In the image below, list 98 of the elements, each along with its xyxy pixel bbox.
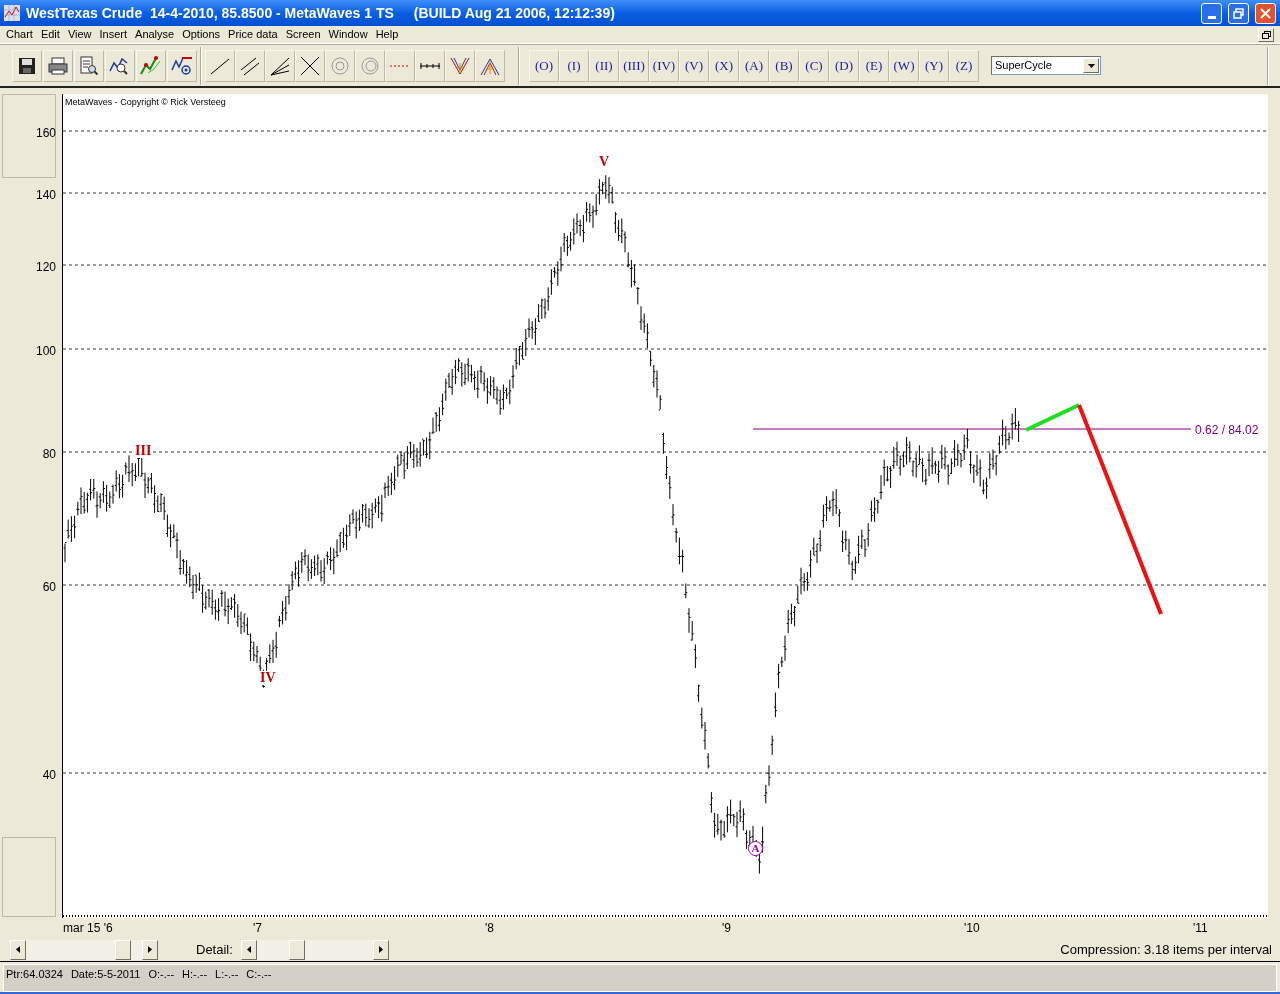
- restore-icon: [1261, 30, 1271, 39]
- menu-item[interactable]: Window: [324, 26, 372, 43]
- menu-item[interactable]: Help: [371, 26, 403, 43]
- minimize-icon: [1207, 15, 1216, 19]
- wave-label-button[interactable]: (IV): [649, 49, 679, 82]
- menu-item[interactable]: View: [63, 26, 96, 43]
- close-button[interactable]: [1255, 2, 1276, 24]
- wave-label-button[interactable]: (X): [709, 49, 739, 82]
- copyright-text: MetaWaves - Copyright © Rick Versteeg: [65, 96, 226, 109]
- ruler-line-icon: [419, 61, 441, 70]
- v-channel-tool-button[interactable]: [445, 49, 475, 82]
- wave-label-button[interactable]: (O): [529, 49, 559, 82]
- restore-icon: [1233, 7, 1244, 19]
- detail-scrollbar[interactable]: [240, 939, 389, 960]
- time-axis-label: '7: [253, 920, 262, 937]
- wave-label-button[interactable]: (I): [559, 49, 589, 82]
- status-field: L:-.--: [215, 966, 239, 983]
- price-axis-label: 120: [35, 260, 56, 274]
- price-axis-label: 140: [35, 188, 56, 202]
- printer-icon: [47, 54, 69, 77]
- save-button[interactable]: [12, 49, 42, 82]
- menu-item[interactable]: Price data: [224, 26, 282, 43]
- chart-app-icon: [4, 5, 20, 21]
- retracement-label: 0.62 / 84.02: [1195, 422, 1259, 439]
- menu-item[interactable]: Options: [178, 26, 225, 43]
- price-axis-label: 40: [42, 768, 56, 782]
- left-arrow-icon: [246, 946, 251, 953]
- cross-lines-icon: [299, 54, 321, 77]
- price-axis-label: 160: [35, 126, 56, 140]
- status-field: H:-.--: [182, 966, 208, 983]
- menu-item[interactable]: Insert: [95, 26, 132, 43]
- detail-label: Detail:: [196, 940, 233, 959]
- menu-item[interactable]: Edit: [36, 26, 64, 43]
- menu-item[interactable]: Analyse: [131, 26, 179, 43]
- time-axis-label: '11: [1193, 920, 1208, 937]
- restore-button[interactable]: [1228, 2, 1249, 24]
- status-field: O:-.--: [148, 966, 175, 983]
- wave-label-button[interactable]: (E): [859, 49, 889, 82]
- status-field: Ptr:64.0324: [6, 966, 63, 983]
- wave-count-button[interactable]: [136, 49, 166, 82]
- scroll-right-button[interactable]: [372, 939, 389, 960]
- price-axis-label: 80: [42, 447, 56, 461]
- wave-label-button[interactable]: (II): [589, 49, 619, 82]
- right-arrow-icon: [378, 946, 383, 953]
- compression-info: Compression: 3.18 items per interval: [1060, 940, 1272, 959]
- time-axis-label: '8: [485, 920, 494, 937]
- build-info: (BUILD Aug 21 2006, 12:12:39): [413, 3, 615, 23]
- chart-at-icon: [171, 54, 193, 77]
- a-channel-tool-button[interactable]: [475, 49, 505, 82]
- preview-button[interactable]: [74, 49, 104, 82]
- wave-label: III: [133, 444, 154, 458]
- scroll-thumb[interactable]: [288, 939, 305, 960]
- status-field: C:-.--: [246, 966, 272, 983]
- wave-label-button[interactable]: (V): [679, 49, 709, 82]
- wave-label-button[interactable]: (III): [619, 49, 649, 82]
- window-title: WestTexas Crude 14-4-2010, 85.8500 - MetaWaves 1 TS: [26, 3, 394, 23]
- left-arrow-icon: [16, 946, 20, 953]
- up-projection-line: [1025, 403, 1080, 432]
- wave-label-button[interactable]: (Y): [919, 49, 949, 82]
- chart-email-button[interactable]: [167, 49, 197, 82]
- wave-label: IV: [258, 671, 278, 685]
- wave-label-button[interactable]: (C): [799, 49, 829, 82]
- close-icon: [1260, 7, 1271, 19]
- measure-tool-button[interactable]: [415, 49, 445, 82]
- wave-label-button[interactable]: (A): [739, 49, 769, 82]
- cross-tool-button[interactable]: [295, 49, 325, 82]
- time-axis-label: mar 15 '6: [63, 920, 113, 937]
- chart-zoom-button[interactable]: [105, 49, 135, 82]
- wave-label: V: [597, 155, 612, 169]
- mdi-restore-button[interactable]: [1258, 27, 1274, 42]
- wave-label: A: [748, 841, 763, 856]
- wave-label-button[interactable]: (D): [829, 49, 859, 82]
- time-scrollbar[interactable]: [10, 939, 158, 960]
- parallel-tool-button[interactable]: [235, 49, 265, 82]
- scroll-thumb[interactable]: [115, 939, 131, 960]
- degree-select[interactable]: SuperCycle: [991, 56, 1101, 75]
- wave-dots-icon: [140, 54, 162, 77]
- circles-icon: [359, 54, 381, 77]
- scroll-right-button[interactable]: [142, 939, 158, 960]
- minimize-button[interactable]: [1201, 2, 1222, 24]
- document-magnifier-icon: [78, 54, 100, 77]
- print-button[interactable]: [43, 49, 73, 82]
- menu-item[interactable]: Chart: [2, 26, 37, 43]
- wave-label-button[interactable]: (W): [889, 49, 919, 82]
- scroll-left-button[interactable]: [240, 939, 257, 960]
- fan-tool-button[interactable]: [265, 49, 295, 82]
- menu-item[interactable]: Screen: [281, 26, 325, 43]
- time-axis-label: '10: [964, 920, 980, 937]
- price-axis-label: 100: [35, 344, 56, 358]
- status-field: Date:5-5-2011: [70, 966, 141, 983]
- dashed-line-icon: [389, 63, 411, 68]
- wave-label-button[interactable]: (B): [769, 49, 799, 82]
- price-axis-label: 60: [42, 580, 56, 594]
- wave-label-button[interactable]: (Z): [949, 49, 979, 82]
- scroll-left-button[interactable]: [10, 939, 26, 960]
- right-arrow-icon: [148, 946, 152, 953]
- time-axis-label: '9: [722, 920, 731, 937]
- dropdown-arrow-icon: [1087, 63, 1095, 68]
